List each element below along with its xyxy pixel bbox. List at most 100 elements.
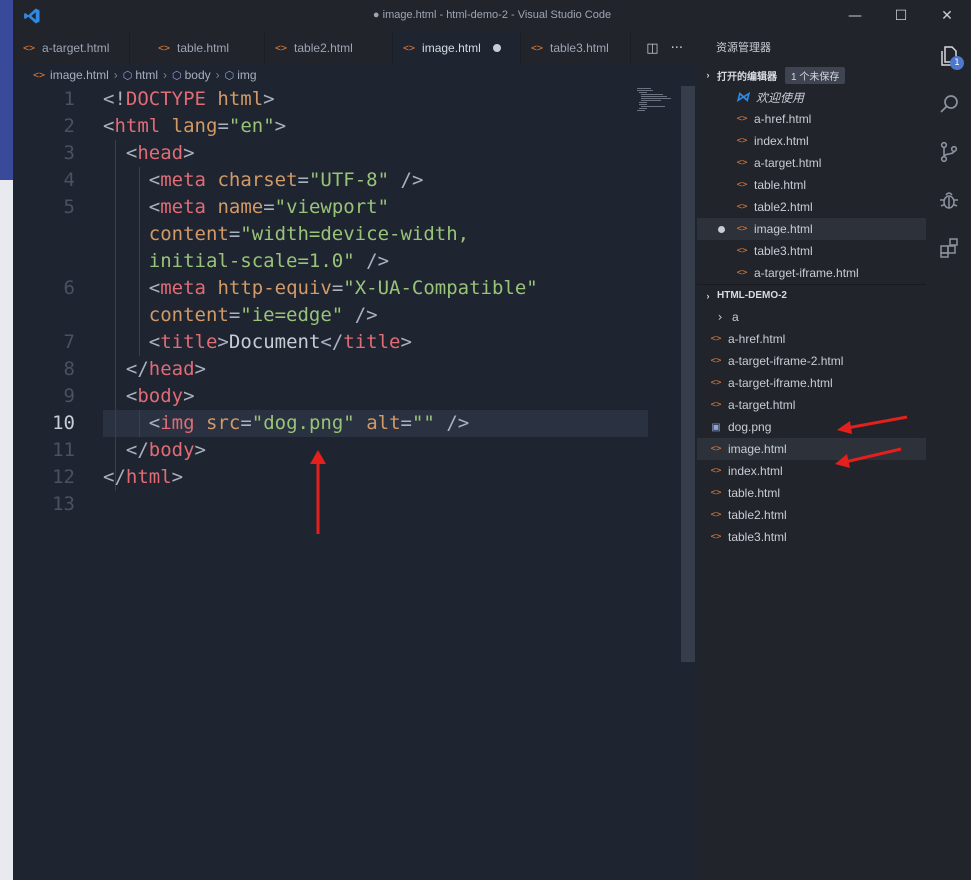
maximize-icon: ☐	[894, 8, 908, 24]
open-editor-item[interactable]: <> a-target.html	[697, 152, 926, 174]
debug-activity-button[interactable]	[926, 176, 971, 224]
project-folder-header[interactable]: › HTML-DEMO-2	[697, 284, 926, 306]
background-window-strip	[0, 0, 13, 880]
unsaved-dot-icon[interactable]	[718, 225, 725, 233]
tab-a-target[interactable]: <> a-target.html	[13, 32, 130, 64]
html-file-icon: <>	[710, 510, 722, 520]
open-editor-item[interactable]: <> index.html	[697, 130, 926, 152]
chevron-right-icon: ›	[716, 310, 724, 324]
tab-table3[interactable]: <> table3.html	[521, 32, 631, 64]
breadcrumb-file[interactable]: image.html	[50, 68, 109, 82]
unsaved-count-badge: 1 个未保存	[785, 66, 846, 84]
line-number: 12	[52, 466, 75, 488]
code-token: "ie=edge"	[240, 304, 344, 326]
open-editors-header[interactable]: › 打开的编辑器 1 个未保存	[697, 64, 926, 86]
code-token: initial-scale=1.0"	[148, 250, 355, 272]
code-line[interactable]: <meta name="viewport"	[103, 194, 389, 221]
code-line[interactable]: </body>	[103, 437, 206, 464]
tree-file[interactable]: <> a-target.html	[697, 394, 926, 416]
item-label: a-href.html	[754, 112, 812, 126]
html-file-icon: <>	[403, 42, 416, 54]
tab-label: table2.html	[294, 41, 353, 55]
item-label: a-href.html	[728, 332, 786, 346]
breadcrumb-body[interactable]: body	[185, 68, 211, 82]
breadcrumb-html[interactable]: html	[135, 68, 158, 82]
unsaved-dot-icon[interactable]	[492, 44, 501, 52]
code-token: Document	[228, 331, 321, 353]
html-file-icon: <>	[710, 334, 722, 344]
open-editor-item[interactable]: <> a-target-iframe.html	[697, 262, 926, 284]
code-token: name	[217, 196, 264, 218]
explorer-activity-button[interactable]: 1	[926, 32, 971, 80]
tab-table2[interactable]: <> table2.html	[265, 32, 393, 64]
open-editor-item[interactable]: <> table.html	[697, 174, 926, 196]
code-line[interactable]: </html>	[103, 464, 183, 491]
code-token: DOCTYPE	[125, 88, 206, 110]
tab-table[interactable]: <> table.html	[130, 32, 265, 64]
split-editor-icon[interactable]: ◫	[646, 41, 658, 56]
html-file-icon: <>	[710, 488, 722, 498]
tree-file[interactable]: <> a-href.html	[697, 328, 926, 350]
breadcrumb: <> image.html › ⬡ html › ⬡ body › ⬡ img	[13, 64, 697, 86]
open-editor-item[interactable]: <> a-href.html	[697, 108, 926, 130]
search-activity-button[interactable]	[926, 80, 971, 128]
open-editor-item-active[interactable]: <> image.html	[697, 218, 926, 240]
minimap[interactable]	[637, 86, 687, 116]
tree-file[interactable]: <> a-target-iframe.html	[697, 372, 926, 394]
code-token: img	[160, 412, 195, 434]
tree-file[interactable]: <> a-target-iframe-2.html	[697, 350, 926, 372]
source-control-icon	[940, 141, 957, 163]
code-token: body	[148, 439, 195, 461]
code-line[interactable]: <!DOCTYPE html>	[103, 86, 275, 113]
line-number: 3	[63, 142, 75, 164]
explorer-panel: 资源管理器 › 打开的编辑器 1 个未保存 ⋈ 欢迎使用 <> a-href.htm…	[697, 32, 926, 880]
code-line[interactable]: <html lang="en">	[103, 113, 286, 140]
open-editor-item-welcome[interactable]: ⋈ 欢迎使用	[697, 86, 926, 108]
code-line[interactable]: <meta http-equiv="X-UA-Compatible"	[103, 275, 538, 302]
html-file-icon: <>	[33, 69, 46, 81]
code-token: lang	[171, 115, 218, 137]
code-line-wrapped[interactable]: content="width=device-width,	[103, 221, 469, 248]
source-control-activity-button[interactable]	[926, 128, 971, 176]
item-label: table2.html	[728, 508, 787, 522]
more-actions-icon[interactable]: ···	[671, 41, 683, 56]
code-line[interactable]: <head>	[103, 140, 195, 167]
close-window-button[interactable]: ✕	[924, 0, 970, 32]
code-line[interactable]: </head>	[103, 356, 206, 383]
code-line-wrapped[interactable]: initial-scale=1.0" />	[103, 248, 389, 275]
html-file-icon: <>	[736, 246, 748, 256]
code-token: <!	[103, 88, 126, 110]
code-line[interactable]: <meta charset="UTF-8" />	[103, 167, 424, 194]
code-line[interactable]: <body>	[103, 383, 195, 410]
item-label: table.html	[728, 486, 781, 500]
element-icon: ⬡	[224, 69, 235, 82]
tab-image[interactable]: <> image.html	[393, 32, 521, 64]
tree-folder[interactable]: › a	[697, 306, 926, 328]
extensions-activity-button[interactable]	[926, 224, 971, 272]
tree-file[interactable]: <> table.html	[697, 482, 926, 504]
code-editor[interactable]: 1 2 3 4 5 6 7 8 9 10 11 12 13 <!DOCTYPE …	[13, 86, 697, 880]
html-file-icon: <>	[23, 42, 36, 54]
tab-label: table.html	[177, 41, 230, 55]
code-token: head	[137, 142, 184, 164]
code-line-current[interactable]: <img src="dog.png" alt="" />	[103, 410, 469, 437]
vscode-welcome-icon: ⋈	[736, 89, 749, 104]
breadcrumb-img[interactable]: img	[237, 68, 256, 82]
editor-scrollbar[interactable]	[681, 86, 695, 662]
tree-file[interactable]: <> table2.html	[697, 504, 926, 526]
code-line-wrapped[interactable]: content="ie=edge" />	[103, 302, 378, 329]
code-line[interactable]: <title>Document</title>	[103, 329, 412, 356]
minimize-button[interactable]: —	[832, 0, 878, 32]
chevron-right-icon: ›	[215, 68, 220, 82]
open-editor-item[interactable]: <> table3.html	[697, 240, 926, 262]
tab-label: image.html	[422, 41, 481, 55]
code-token: meta	[160, 196, 206, 218]
window-title: ● image.html - html-demo-2 - Visual Stud…	[372, 9, 612, 21]
maximize-button[interactable]: ☐	[878, 0, 924, 32]
tree-file[interactable]: <> table3.html	[697, 526, 926, 548]
code-token: "en"	[228, 115, 275, 137]
open-editor-item[interactable]: <> table2.html	[697, 196, 926, 218]
item-label: a-target.html	[754, 156, 822, 170]
item-label: dog.png	[728, 420, 772, 434]
element-icon: ⬡	[172, 69, 182, 82]
